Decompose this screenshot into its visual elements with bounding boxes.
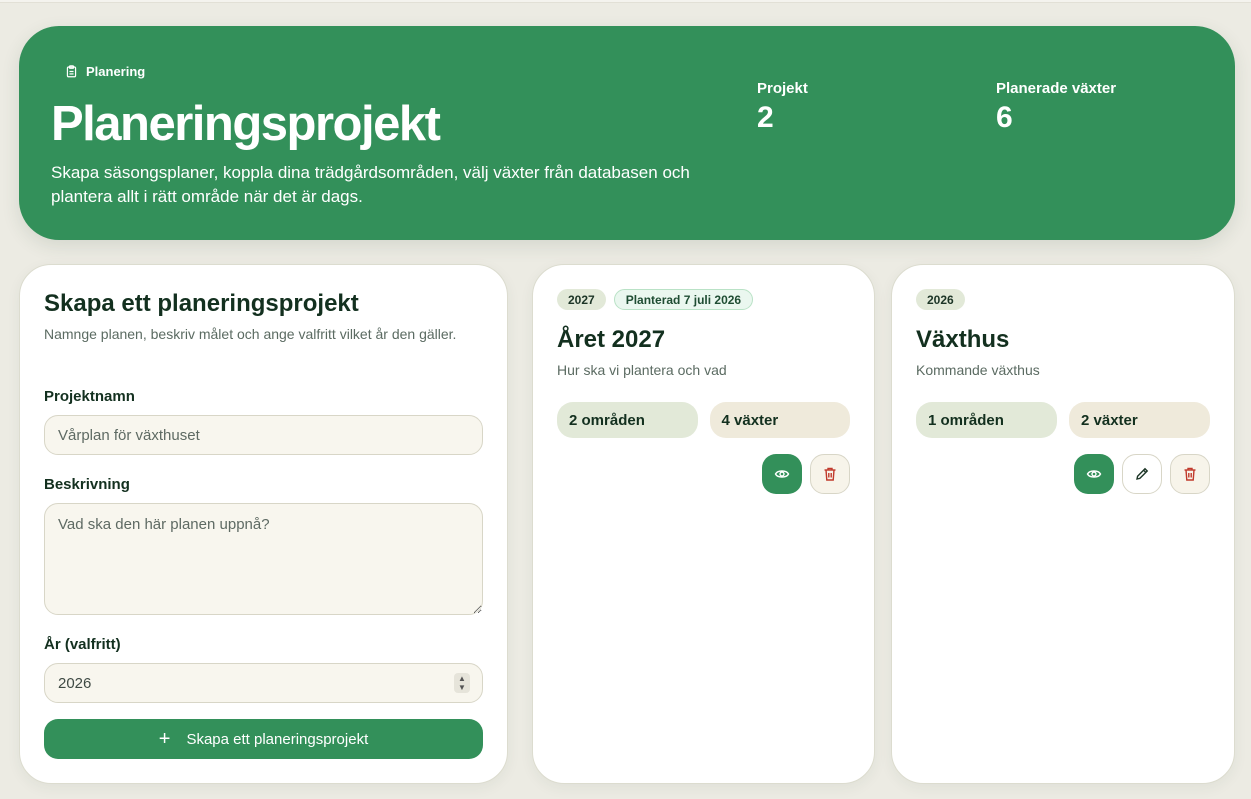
hero-badge-label: Planering — [86, 64, 146, 79]
project-card: 2026 Växthus Kommande växthus 1 områden … — [891, 264, 1235, 784]
project-chips: 2027 Planterad 7 juli 2026 — [557, 289, 850, 311]
view-project-button[interactable] — [762, 454, 802, 494]
description-field: Beskrivning — [44, 476, 483, 615]
trash-icon — [824, 467, 836, 481]
project-card: 2027 Planterad 7 juli 2026 Året 2027 Hur… — [532, 264, 875, 784]
project-name-field: Projektnamn — [44, 388, 483, 455]
page-description: Skapa säsongsplaner, koppla dina trädgår… — [51, 163, 690, 206]
form-subtitle: Namnge planen, beskriv målet och ange va… — [44, 326, 457, 342]
hero-banner: Planering Planeringsprojekt Skapa säsong… — [19, 26, 1235, 240]
stat-projects: Projekt 2 — [757, 80, 808, 135]
project-counts: 1 områden 2 växter — [916, 402, 1210, 438]
view-project-button[interactable] — [1074, 454, 1114, 494]
stat-value: 6 — [996, 101, 1013, 134]
year-input[interactable] — [44, 663, 483, 703]
year-field: År (valfritt) ▲ ▼ — [44, 636, 483, 703]
delete-project-button[interactable] — [1170, 454, 1210, 494]
year-chip: 2026 — [916, 289, 965, 310]
eye-icon — [774, 470, 790, 478]
description-label: Beskrivning — [44, 476, 130, 493]
form-title: Skapa ett planeringsprojekt — [44, 290, 359, 317]
areas-count: 1 områden — [916, 402, 1057, 438]
plants-count: 2 växter — [1069, 402, 1210, 438]
project-description: Kommande växthus — [916, 362, 1040, 378]
project-title: Året 2027 — [557, 326, 666, 353]
stat-value: 2 — [757, 101, 774, 134]
chevron-down-icon: ▼ — [458, 682, 466, 692]
hero-badge: Planering — [65, 64, 145, 79]
eye-icon — [1086, 470, 1102, 478]
plants-count: 4 växter — [709, 402, 850, 438]
project-name-label: Projektnamn — [44, 388, 135, 405]
clipboard-icon — [66, 65, 77, 78]
create-project-form: Skapa ett planeringsprojekt Namnge plane… — [19, 264, 508, 784]
create-project-button[interactable]: + Skapa ett planeringsprojekt — [44, 719, 483, 759]
stat-planned-plants: Planerade växter 6 — [996, 80, 1116, 135]
areas-count: 2 områden — [557, 402, 698, 438]
edit-project-button[interactable] — [1122, 454, 1162, 494]
trash-icon — [1184, 467, 1196, 481]
year-label: År (valfritt) — [44, 636, 121, 653]
project-actions — [557, 454, 850, 494]
description-textarea[interactable] — [44, 503, 483, 615]
stat-label: Projekt — [757, 80, 808, 97]
page-title: Planeringsprojekt — [51, 97, 441, 151]
year-chip: 2027 — [557, 289, 606, 310]
chevron-up-icon: ▲ — [458, 673, 466, 683]
pencil-icon — [1136, 467, 1149, 480]
delete-project-button[interactable] — [810, 454, 850, 494]
stat-label: Planerade växter — [996, 80, 1117, 97]
project-counts: 2 områden 4 växter — [557, 402, 850, 438]
year-input-wrapper: ▲ ▼ — [44, 663, 483, 703]
project-name-input[interactable] — [44, 415, 483, 455]
project-title: Växthus — [916, 326, 1010, 353]
project-description: Hur ska vi plantera och vad — [557, 362, 727, 378]
plus-icon: + — [158, 728, 171, 750]
status-badge: Planterad 7 juli 2026 — [613, 289, 754, 310]
project-actions — [916, 454, 1210, 494]
project-chips: 2026 — [916, 289, 1210, 311]
top-border — [0, 0, 1251, 3]
year-stepper[interactable]: ▲ ▼ — [454, 673, 470, 693]
create-project-button-label: Skapa ett planeringsprojekt — [186, 730, 369, 748]
